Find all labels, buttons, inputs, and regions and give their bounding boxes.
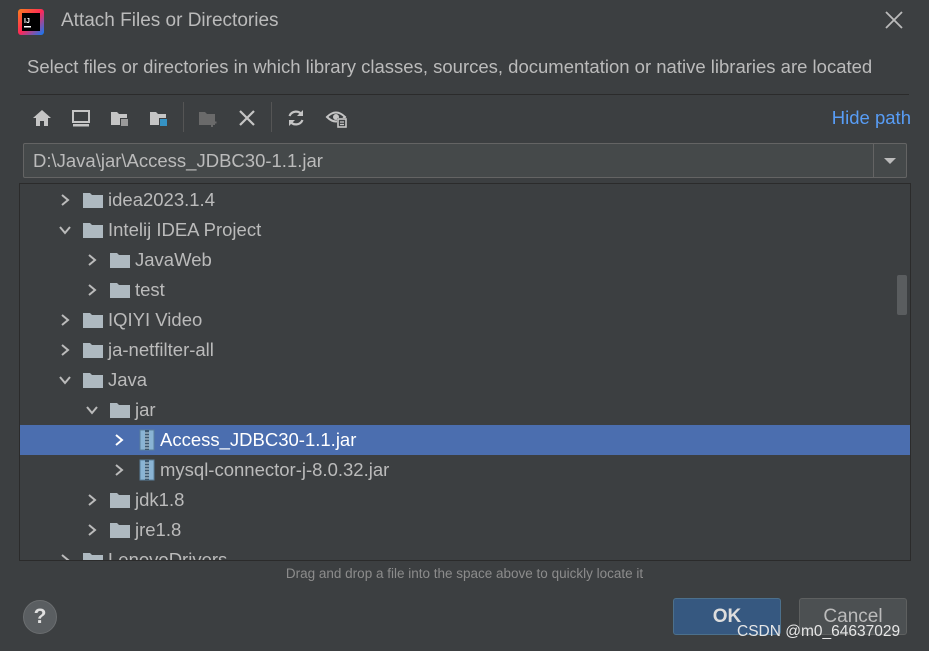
desktop-icon [72, 110, 90, 127]
refresh-icon [288, 110, 304, 126]
drag-drop-hint: Drag and drop a file into the space abov… [285, 566, 644, 581]
folder-icon [110, 403, 130, 418]
file-tree[interactable]: idea2023.1.4 Intelij IDEA Project JavaWeb t… [19, 183, 911, 561]
new-folder-icon [199, 112, 217, 127]
tree-row-label: jar [135, 399, 156, 420]
path-dropdown-button[interactable] [873, 144, 906, 177]
dialog-title: Attach Files or Directories [61, 10, 279, 31]
chevron-right-icon[interactable] [58, 343, 72, 357]
tree-row[interactable]: Intelij IDEA Project [20, 215, 910, 245]
tree-row[interactable]: mysql-connector-j-8.0.32.jar [20, 455, 910, 485]
path-combobox [23, 143, 907, 178]
tree-row-label: Access_JDBC30-1.1.jar [160, 429, 357, 450]
tree-row[interactable]: JavaWeb [20, 245, 910, 275]
title-bar: IJ Attach Files or Directories [0, 0, 929, 44]
chevron-down-icon[interactable] [58, 223, 72, 237]
chevron-right-icon[interactable] [58, 553, 72, 561]
chevron-right-icon[interactable] [85, 523, 99, 537]
folder-icon [110, 253, 130, 268]
tree-row-label: Java [108, 369, 148, 390]
help-button[interactable]: ? [23, 600, 57, 634]
tree-row[interactable]: jdk1.8 [20, 485, 910, 515]
chevron-right-icon[interactable] [112, 463, 126, 477]
tree-row[interactable]: test [20, 275, 910, 305]
tree-row[interactable]: idea2023.1.4 [20, 185, 910, 215]
chevron-right-icon[interactable] [58, 313, 72, 327]
folder-icon [83, 553, 103, 560]
folder-icon [83, 313, 103, 328]
tree-row[interactable]: IQIYI Video [20, 305, 910, 335]
project-folder-icon [111, 112, 129, 127]
jar-archive-icon [139, 429, 155, 451]
toolbar-separator [271, 102, 272, 132]
folder-icon [83, 193, 103, 208]
home-button[interactable] [28, 104, 56, 132]
tree-row-label: LenovoDrivers [108, 549, 228, 561]
module-folder-icon [150, 112, 168, 127]
chevron-right-icon[interactable] [112, 433, 126, 447]
tree-row[interactable]: LenovoDrivers [20, 545, 910, 561]
watermark: CSDN @m0_64637029 [737, 623, 901, 640]
tree-row-label: jre1.8 [135, 519, 182, 540]
toolbar: Hide path [20, 98, 911, 138]
tree-row[interactable]: jar [20, 395, 910, 425]
intellij-idea-icon: IJ [18, 9, 44, 35]
chevron-down-icon [884, 157, 896, 164]
tree-row-label: ja-netfilter-all [108, 339, 214, 360]
folder-icon [110, 493, 130, 508]
tree-row[interactable]: Access_JDBC30-1.1.jar [20, 425, 910, 455]
folder-icon [83, 223, 103, 238]
divider [20, 94, 909, 95]
tree-row-label: jdk1.8 [135, 489, 185, 510]
home-icon [33, 110, 51, 126]
delete-button[interactable] [233, 104, 261, 132]
new-folder-button[interactable] [194, 104, 222, 132]
path-input[interactable] [24, 144, 874, 177]
show-hidden-icon [325, 111, 347, 128]
dialog-description: Select files or directories in which lib… [27, 56, 873, 77]
folder-icon [83, 343, 103, 358]
chevron-right-icon[interactable] [85, 493, 99, 507]
module-folder-button[interactable] [145, 104, 173, 132]
chevron-right-icon[interactable] [58, 193, 72, 207]
tree-row-label: idea2023.1.4 [108, 189, 215, 210]
tree-row-label: Intelij IDEA Project [108, 219, 262, 240]
tree-row-label: JavaWeb [135, 249, 212, 270]
tree-row[interactable]: jre1.8 [20, 515, 910, 545]
tree-row[interactable]: ja-netfilter-all [20, 335, 910, 365]
jar-archive-icon [139, 459, 155, 481]
folder-icon [110, 283, 130, 298]
chevron-down-icon[interactable] [58, 373, 72, 387]
hide-path-link[interactable]: Hide path [832, 107, 911, 129]
folder-icon [110, 523, 130, 538]
chevron-right-icon[interactable] [85, 253, 99, 267]
svg-text:IJ: IJ [24, 18, 30, 25]
desktop-button[interactable] [67, 104, 95, 132]
tree-row[interactable]: Java [20, 365, 910, 395]
refresh-button[interactable] [282, 104, 310, 132]
delete-icon [239, 110, 255, 126]
close-icon[interactable] [883, 9, 905, 31]
chevron-down-icon[interactable] [85, 403, 99, 417]
folder-icon [83, 373, 103, 388]
project-folder-button[interactable] [106, 104, 134, 132]
tree-row-label: IQIYI Video [108, 309, 203, 330]
tree-row-label: test [135, 279, 165, 300]
toolbar-separator [183, 102, 184, 132]
tree-row-label: mysql-connector-j-8.0.32.jar [160, 459, 390, 480]
show-hidden-button[interactable] [323, 104, 351, 132]
chevron-right-icon[interactable] [85, 283, 99, 297]
